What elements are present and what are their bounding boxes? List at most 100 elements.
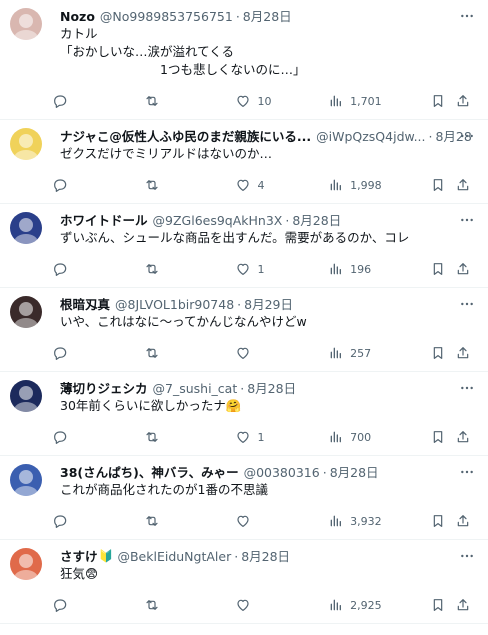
like-button[interactable]: 1 <box>235 429 328 445</box>
avatar[interactable] <box>10 128 42 160</box>
tweet-text: いや、これはなに～ってかんじなんやけどw <box>60 314 307 329</box>
bookmark-button[interactable] <box>430 177 455 193</box>
tweet-date[interactable]: 8月28日 <box>247 380 296 397</box>
more-options-button[interactable] <box>456 547 478 565</box>
share-button[interactable] <box>455 261 474 277</box>
like-button[interactable] <box>235 513 328 529</box>
share-button[interactable] <box>455 345 474 361</box>
tweet[interactable]: 薄切りジェシカ @7_sushi_cat · 8月28日 30年前くらいに欲しか… <box>0 372 488 456</box>
user-handle[interactable]: @9ZGl6es9qAkHn3X <box>153 212 283 229</box>
reply-button[interactable] <box>52 93 144 109</box>
separator-dot: · <box>428 129 433 144</box>
display-name[interactable]: ナジャこ@仮性人ふゆ民のまだ親族にいる... <box>60 128 311 145</box>
more-options-button[interactable] <box>456 379 478 397</box>
user-handle[interactable]: @No9989853756751 <box>100 8 233 25</box>
reply-feed: Nozo @No9989853756751 · 8月28日 カトル 「おかしいな… <box>0 0 488 624</box>
retweet-button[interactable] <box>144 93 236 109</box>
reply-button[interactable] <box>52 177 144 193</box>
more-options-button[interactable] <box>456 7 478 25</box>
bookmark-button[interactable] <box>430 261 455 277</box>
bookmark-icon <box>433 263 442 275</box>
display-name[interactable]: 38(さんぱち)、神バラ、みゃー <box>60 464 239 481</box>
views-button[interactable]: 257 <box>328 345 429 361</box>
tweet[interactable]: 38(さんぱち)、神バラ、みゃー @00380316 · 8月28日 これが商品… <box>0 456 488 540</box>
bookmark-icon <box>433 95 442 107</box>
display-name[interactable]: 根暗刄真 <box>60 296 110 313</box>
retweet-button[interactable] <box>144 597 236 613</box>
more-options-button[interactable] <box>456 295 478 313</box>
retweet-button[interactable] <box>144 177 236 193</box>
views-button[interactable]: 2,925 <box>328 597 429 613</box>
reply-button[interactable] <box>52 429 144 445</box>
display-name[interactable]: ホワイトドール <box>60 212 148 229</box>
heart-icon <box>237 263 250 275</box>
share-icon <box>457 347 468 359</box>
share-button[interactable] <box>455 93 474 109</box>
tweet-date[interactable]: 8月28日 <box>243 8 292 25</box>
tweet-actions: 257 <box>54 335 474 371</box>
reply-button[interactable] <box>52 513 144 529</box>
like-button[interactable]: 1 <box>235 261 328 277</box>
tweet-date[interactable]: 8月28日 <box>292 212 341 229</box>
share-button[interactable] <box>455 429 474 445</box>
bookmark-button[interactable] <box>430 429 455 445</box>
tweet-actions: 10 1,701 <box>54 83 474 119</box>
display-name[interactable]: さすけ <box>60 548 98 565</box>
avatar[interactable] <box>10 296 42 328</box>
avatar[interactable] <box>10 464 42 496</box>
avatar[interactable] <box>10 380 42 412</box>
tweet-date[interactable]: 8月29日 <box>244 296 293 313</box>
avatar[interactable] <box>10 8 42 40</box>
display-name[interactable]: Nozo <box>60 8 95 25</box>
user-handle[interactable]: @BeklEiduNgtAler <box>117 548 231 565</box>
tweet[interactable]: ナジャこ@仮性人ふゆ民のまだ親族にいる... @iWpQzsQ4jdw... ·… <box>0 120 488 204</box>
reply-button[interactable] <box>52 345 144 361</box>
retweet-button[interactable] <box>144 345 236 361</box>
reply-button[interactable] <box>52 261 144 277</box>
more-icon <box>461 134 473 138</box>
views-button[interactable]: 1,701 <box>328 93 429 109</box>
more-options-button[interactable] <box>456 127 478 145</box>
user-handle[interactable]: @8JLVOL1bir90748 <box>115 296 234 313</box>
like-button[interactable] <box>235 345 328 361</box>
share-button[interactable] <box>455 513 474 529</box>
share-icon <box>457 179 468 191</box>
views-count: 257 <box>350 346 372 360</box>
avatar-image <box>10 548 42 580</box>
views-button[interactable]: 3,932 <box>328 513 429 529</box>
tweet[interactable]: 根暗刄真 @8JLVOL1bir90748 · 8月29日 いや、これはなに～っ… <box>0 288 488 372</box>
more-options-button[interactable] <box>456 463 478 481</box>
bookmark-button[interactable] <box>430 93 455 109</box>
bookmark-icon <box>433 347 442 359</box>
tweet[interactable]: さすけ 🔰 @BeklEiduNgtAler · 8月28日 狂気😨 2,925 <box>0 540 488 624</box>
retweet-button[interactable] <box>144 429 236 445</box>
like-button[interactable]: 10 <box>235 93 328 109</box>
display-name[interactable]: 薄切りジェシカ <box>60 380 148 397</box>
user-handle[interactable]: @7_sushi_cat <box>153 380 238 397</box>
tweet[interactable]: Nozo @No9989853756751 · 8月28日 カトル 「おかしいな… <box>0 0 488 120</box>
bookmark-button[interactable] <box>430 345 455 361</box>
views-button[interactable]: 196 <box>328 261 429 277</box>
tweet-text: カトル 「おかしいな…涙が溢れてくる 1つも悲しくないのに…」 <box>60 26 306 77</box>
user-handle[interactable]: @00380316 <box>244 464 320 481</box>
tweet-header: Nozo @No9989853756751 · 8月28日 <box>60 8 474 25</box>
share-button[interactable] <box>455 177 474 193</box>
tweet-date[interactable]: 8月28日 <box>241 548 290 565</box>
more-options-button[interactable] <box>456 211 478 229</box>
reply-button[interactable] <box>52 597 144 613</box>
separator-dot: · <box>235 9 240 24</box>
tweet-date[interactable]: 8月28日 <box>330 464 379 481</box>
retweet-button[interactable] <box>144 261 236 277</box>
avatar[interactable] <box>10 212 42 244</box>
like-button[interactable] <box>235 597 328 613</box>
bookmark-button[interactable] <box>430 513 455 529</box>
avatar[interactable] <box>10 548 42 580</box>
views-button[interactable]: 700 <box>328 429 429 445</box>
share-button[interactable] <box>455 597 474 613</box>
views-button[interactable]: 1,998 <box>328 177 429 193</box>
retweet-button[interactable] <box>144 513 236 529</box>
bookmark-button[interactable] <box>430 597 455 613</box>
tweet[interactable]: ホワイトドール @9ZGl6es9qAkHn3X · 8月28日 ずいぶん、シュ… <box>0 204 488 288</box>
like-button[interactable]: 4 <box>235 177 328 193</box>
user-handle[interactable]: @iWpQzsQ4jdw... <box>316 128 425 145</box>
